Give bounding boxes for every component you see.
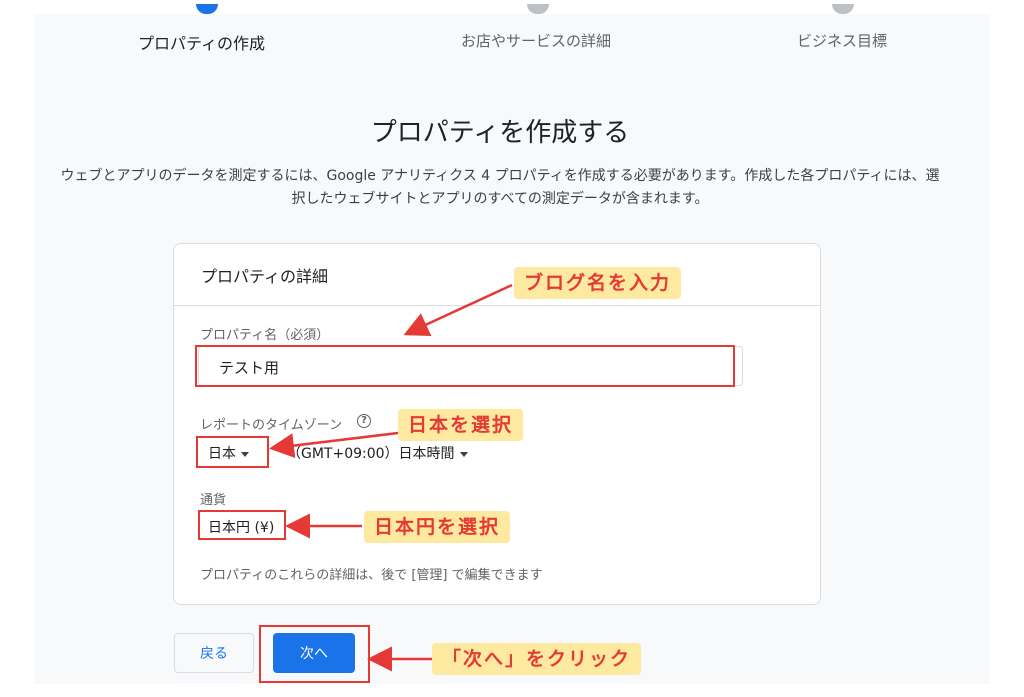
callout-select-japan: 日本を選択 [398, 409, 524, 441]
step-indicator-pending [832, 4, 854, 14]
property-name-label: プロパティ名（必須） [200, 328, 330, 343]
step-business-objectives[interactable]: ビジネス目標 [797, 30, 887, 51]
page-title: プロパティを作成する [370, 118, 630, 148]
step-create-property[interactable]: プロパティの作成 [138, 30, 265, 54]
timezone-label: レポートのタイムゾーン [200, 418, 343, 433]
step-business-details[interactable]: お店やサービスの詳細 [461, 30, 611, 51]
caret-down-icon [459, 451, 468, 457]
page: プロパティの作成 お店やサービスの詳細 ビジネス目標 プロパティを作成する ウェ… [0, 0, 1024, 697]
page-description: ウェブとアプリのデータを測定するには、Google アナリティクス 4 プロパテ… [60, 168, 940, 207]
currency-label: 通貨 [200, 493, 227, 508]
card-title: プロパティの詳細 [174, 244, 820, 306]
highlight-country [196, 436, 269, 468]
timezone-zone-value: （GMT+09:00）日本時間 [287, 446, 455, 462]
timezone-zone-select[interactable]: （GMT+09:00）日本時間 [287, 443, 468, 463]
highlight-property-name [195, 345, 735, 387]
back-button[interactable]: 戻る [174, 633, 254, 673]
callout-blog-name: ブログ名を入力 [514, 267, 682, 299]
step-indicator-active [196, 4, 218, 14]
step-indicator-pending [527, 4, 549, 14]
highlight-currency [198, 510, 286, 540]
help-circle-icon[interactable]: ? [357, 414, 371, 428]
callout-click-next: 「次へ」をクリック [432, 643, 642, 675]
highlight-next-button [259, 625, 370, 683]
callout-select-yen: 日本円を選択 [364, 511, 511, 543]
edit-later-note: プロパティのこれらの詳細は、後で [管理] で編集できます [200, 568, 543, 583]
